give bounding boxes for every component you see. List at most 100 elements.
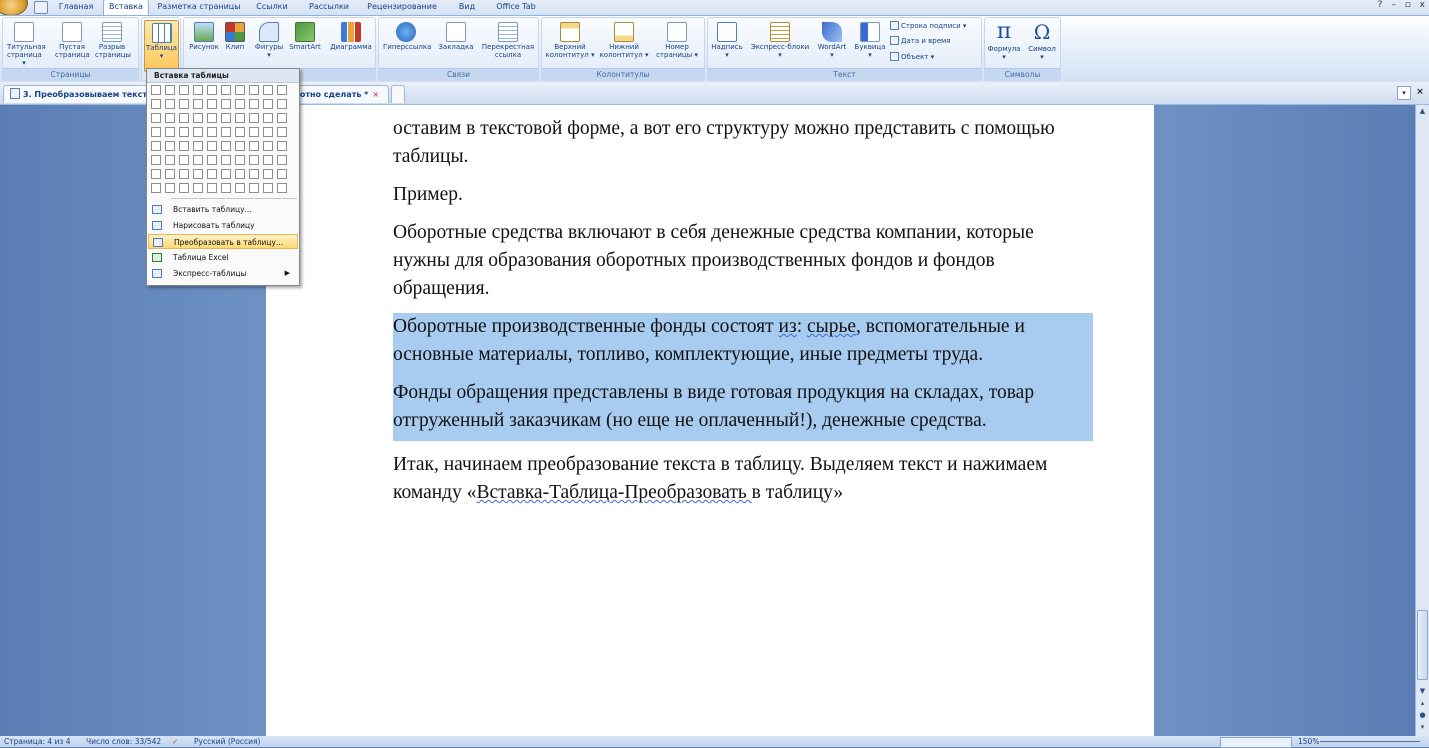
table-grid-cell[interactable] [221,85,231,95]
table-grid-cell[interactable] [207,85,217,95]
scroll-thumb[interactable] [1417,610,1428,680]
excel-table-item[interactable]: Таблица Excel [148,250,298,265]
table-grid-cell[interactable] [193,85,203,95]
table-grid-cell[interactable] [165,155,175,165]
doc-list-icon[interactable]: ▾ [1397,86,1411,100]
office-button[interactable] [0,0,28,16]
tab-insert[interactable]: Вставка [103,0,149,16]
cross-reference-button[interactable]: Перекрестная ссылка [479,20,537,70]
table-grid-cell[interactable] [263,169,273,179]
zoom-slider[interactable] [1320,741,1420,742]
table-grid-cell[interactable] [207,127,217,137]
table-grid-cell[interactable] [221,169,231,179]
table-grid-cell[interactable] [249,183,259,193]
tab-mailings[interactable]: Рассылки [306,0,352,14]
zoom-level[interactable]: 150% [1298,736,1319,747]
table-grid-cell[interactable] [179,169,189,179]
help-icon[interactable]: ? [1378,0,1383,10]
table-grid-cell[interactable] [277,183,287,193]
drop-cap-button[interactable]: Буквица ▾ [852,20,888,70]
table-grid-cell[interactable] [249,141,259,151]
table-grid-cell[interactable] [221,99,231,109]
wordart-button[interactable]: WordArt ▾ [814,20,850,70]
table-grid-cell[interactable] [179,183,189,193]
doc-tab-1[interactable]: 3. Преобразовываем текст [3,85,149,103]
quick-parts-button[interactable]: Экспресс-блоки ▾ [748,20,812,70]
table-grid-cell[interactable] [263,113,273,123]
table-grid-cell[interactable] [235,183,245,193]
minimize-icon[interactable]: – [1391,0,1396,10]
table-grid-cell[interactable] [249,169,259,179]
table-grid-cell[interactable] [151,169,161,179]
bookmark-button[interactable]: Закладка [437,20,475,70]
textbox-button[interactable]: Надпись ▾ [710,20,744,70]
paragraph[interactable]: оставим в текстовой форме, а вот его стр… [393,115,1093,171]
table-grid-cell[interactable] [193,127,203,137]
table-grid-cell[interactable] [193,155,203,165]
table-grid-cell[interactable] [165,127,175,137]
table-grid-cell[interactable] [165,113,175,123]
table-grid-cell[interactable] [207,169,217,179]
proofing-icon[interactable]: ✓ [172,736,178,747]
table-grid-cell[interactable] [179,85,189,95]
table-grid-cell[interactable] [193,141,203,151]
table-grid-cell[interactable] [263,85,273,95]
language-indicator[interactable]: Русский (Россия) [194,736,260,747]
table-grid-cell[interactable] [263,99,273,109]
blank-page-button[interactable]: Пустая страница [55,20,90,70]
table-grid-cell[interactable] [249,127,259,137]
hyperlink-button[interactable]: Гиперссылка [383,20,431,70]
table-grid-cell[interactable] [221,127,231,137]
table-grid-cell[interactable] [179,155,189,165]
table-grid-cell[interactable] [207,183,217,193]
document-body[interactable]: оставим в текстовой форме, а вот его стр… [393,105,1093,517]
table-grid-cell[interactable] [207,155,217,165]
table-grid-cell[interactable] [263,183,273,193]
table-grid-cell[interactable] [277,127,287,137]
table-grid-cell[interactable] [235,113,245,123]
tab-close-icon[interactable]: × [372,90,379,99]
table-grid-cell[interactable] [221,141,231,151]
table-grid-cell[interactable] [179,113,189,123]
scroll-up-icon[interactable]: ▲ [1416,105,1429,117]
table-grid-cell[interactable] [249,155,259,165]
table-grid-cell[interactable] [151,113,161,123]
table-grid-cell[interactable] [151,85,161,95]
tab-home[interactable]: Главная [56,0,96,14]
table-grid-cell[interactable] [179,127,189,137]
table-grid-cell[interactable] [193,113,203,123]
tab-view[interactable]: Вид [454,0,480,14]
tab-page-layout[interactable]: Разметка страницы [150,0,248,14]
table-grid-cell[interactable] [235,99,245,109]
new-tab-button[interactable] [391,85,405,103]
table-grid-cell[interactable] [277,141,287,151]
close-icon[interactable]: x [1420,0,1425,10]
table-grid-cell[interactable] [221,113,231,123]
table-grid-cell[interactable] [277,113,287,123]
symbol-button[interactable]: Ω Символ ▾ [1025,20,1059,70]
picture-button[interactable]: Рисунок [187,20,221,70]
cover-page-button[interactable]: Титульная страница ▾ [7,20,46,70]
table-grid-cell[interactable] [151,183,161,193]
table-grid-cell[interactable] [151,127,161,137]
next-page-icon[interactable]: ▾ [1416,721,1429,733]
table-grid-cell[interactable] [151,99,161,109]
table-grid-cell[interactable] [249,85,259,95]
vertical-scrollbar[interactable]: ▲ ▼ ▴ ● ▾ [1415,105,1429,736]
table-grid-cell[interactable] [235,127,245,137]
view-buttons[interactable] [1220,737,1292,748]
table-grid-cell[interactable] [235,155,245,165]
chart-button[interactable]: Диаграмма [329,20,373,70]
tab-office-tab[interactable]: Office Tab [489,0,543,14]
insert-table-item[interactable]: Вставить таблицу... [148,202,298,217]
paragraph[interactable]: Пример. [393,181,1093,209]
restore-icon[interactable]: ▫ [1405,0,1411,10]
quick-tables-item[interactable]: Экспресс-таблицы ▶ [148,266,298,281]
table-grid-cell[interactable] [207,113,217,123]
table-grid-cell[interactable] [165,169,175,179]
table-grid-cell[interactable] [235,169,245,179]
table-grid-cell[interactable] [277,169,287,179]
paragraph[interactable]: Итак, начинаем преобразование текста в т… [393,451,1093,507]
table-grid-cell[interactable] [221,155,231,165]
prev-page-icon[interactable]: ▴ [1416,697,1429,709]
